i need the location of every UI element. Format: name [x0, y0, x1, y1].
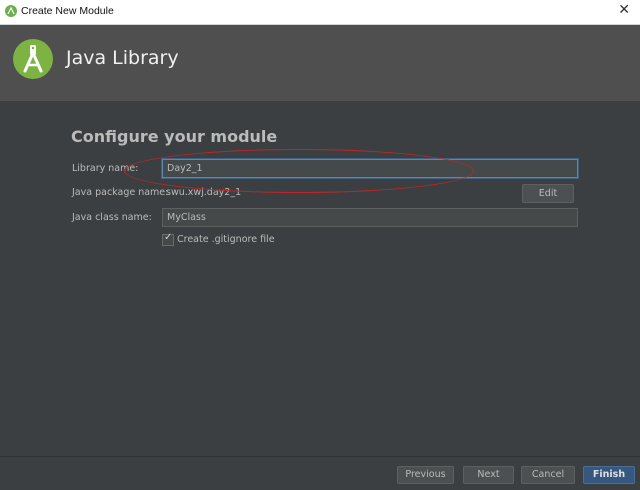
android-studio-icon	[13, 39, 53, 79]
android-studio-icon	[5, 5, 17, 17]
gitignore-label: Create .gitignore file	[177, 234, 275, 245]
annotation-ellipse	[124, 149, 474, 193]
section-title: Configure your module	[71, 127, 278, 146]
configure-panel: Configure your module Library name: Day2…	[0, 101, 640, 456]
cancel-button[interactable]: Cancel	[521, 466, 575, 484]
next-button[interactable]: Next	[463, 466, 514, 484]
class-name-label: Java class name:	[72, 212, 152, 223]
wizard-header: Java Library	[0, 25, 640, 101]
wizard-footer: Previous Next Cancel Finish	[0, 456, 640, 490]
edit-package-button[interactable]: Edit	[522, 184, 574, 203]
close-icon[interactable]: ✕	[618, 2, 630, 18]
class-name-input[interactable]: MyClass	[162, 208, 578, 227]
check-icon: ✓	[164, 232, 173, 243]
finish-button[interactable]: Finish	[583, 466, 635, 484]
package-name-label: Java package name:	[72, 187, 169, 198]
header-title: Java Library	[66, 47, 179, 69]
window-titlebar: Create New Module ✕	[0, 0, 640, 25]
gitignore-checkbox[interactable]: ✓	[162, 232, 174, 246]
window-title: Create New Module	[21, 5, 114, 17]
previous-button[interactable]: Previous	[397, 466, 454, 484]
